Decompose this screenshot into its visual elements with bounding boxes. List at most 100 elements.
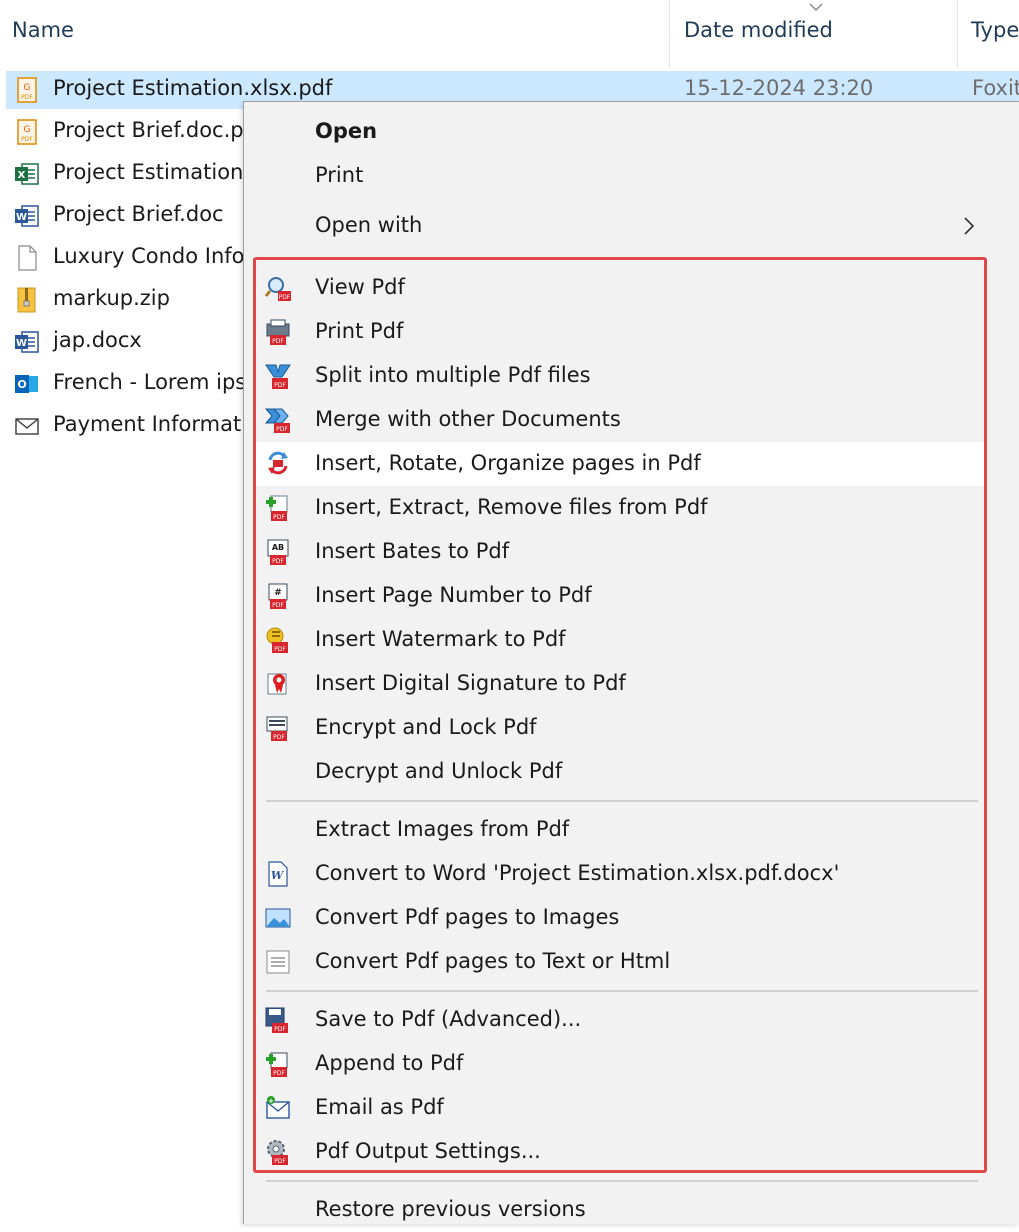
- svg-text:PDF: PDF: [273, 734, 285, 741]
- svg-text:PDF: PDF: [272, 558, 284, 565]
- menu-item-organize-pages[interactable]: Insert, Rotate, Organize pages in Pdf: [256, 442, 986, 486]
- menu-item-print[interactable]: Print: [256, 154, 986, 198]
- mail-icon: [15, 418, 39, 435]
- menu-item-extract-files[interactable]: PDF Insert, Extract, Remove files from P…: [256, 486, 986, 530]
- menu-item-label: Decrypt and Unlock Pdf: [315, 759, 563, 783]
- menu-item-open-with[interactable]: Open with: [256, 204, 986, 248]
- menu-item-open[interactable]: Open: [256, 110, 986, 154]
- menu-item-page-number[interactable]: # PDF Insert Page Number to Pdf: [256, 574, 986, 618]
- svg-text:PDF: PDF: [274, 382, 286, 389]
- menu-item-label: Open: [315, 119, 378, 143]
- save-pdf-icon: PDF: [265, 1007, 288, 1033]
- menu-item-view-pdf[interactable]: PDF View Pdf: [256, 266, 986, 310]
- menu-item-label: Restore previous versions: [315, 1197, 586, 1221]
- column-header-name[interactable]: Name: [12, 18, 74, 42]
- file-name: markup.zip: [53, 286, 170, 310]
- menu-item-label: Merge with other Documents: [315, 407, 621, 431]
- menu-item-append[interactable]: PDF Append to Pdf: [256, 1042, 986, 1086]
- file-name: French - Lorem ips: [53, 370, 247, 394]
- magnifier-pdf-icon: PDF: [264, 277, 291, 301]
- menu-item-print-pdf[interactable]: PDF Print Pdf: [256, 310, 986, 354]
- column-divider[interactable]: [669, 0, 670, 68]
- gear-pdf-icon: PDF: [267, 1140, 288, 1165]
- sort-chevron-icon: [809, 3, 823, 12]
- menu-item-signature[interactable]: Insert Digital Signature to Pdf: [256, 662, 986, 706]
- svg-text:PDF: PDF: [272, 338, 284, 345]
- column-divider[interactable]: [957, 0, 958, 68]
- lock-pdf-icon: PDF: [266, 716, 288, 741]
- svg-text:PDF: PDF: [272, 602, 284, 609]
- svg-text:PDF: PDF: [274, 1158, 286, 1165]
- menu-separator: [266, 800, 978, 802]
- menu-item-label: Encrypt and Lock Pdf: [315, 715, 537, 739]
- merge-pdf-icon: PDF: [264, 408, 290, 433]
- svg-text:G: G: [24, 125, 31, 135]
- menu-item-extract-images[interactable]: Extract Images from Pdf: [256, 808, 986, 852]
- text-document-icon: [266, 950, 290, 974]
- file-name: jap.docx: [53, 328, 142, 352]
- menu-item-email[interactable]: + Email as Pdf: [256, 1086, 986, 1130]
- menu-item-convert-text[interactable]: Convert Pdf pages to Text or Html: [256, 940, 986, 984]
- menu-item-label: Convert Pdf pages to Text or Html: [315, 949, 671, 973]
- menu-item-merge[interactable]: PDF Merge with other Documents: [256, 398, 986, 442]
- foxit-pdf-icon: G PDF: [17, 119, 37, 145]
- chevron-right-icon: [964, 217, 975, 235]
- zip-folder-icon: [17, 287, 36, 313]
- add-file-pdf-icon: PDF: [266, 495, 288, 521]
- svg-text:PDF: PDF: [274, 646, 286, 653]
- bates-pdf-icon: AB PDF: [267, 539, 289, 565]
- word-icon: W: [15, 331, 39, 353]
- column-header-date-modified[interactable]: Date modified: [684, 18, 833, 42]
- word-icon: W: [15, 205, 39, 227]
- menu-separator: [266, 990, 978, 992]
- file-name: Project Brief.doc.p: [53, 118, 244, 142]
- menu-item-restore-versions[interactable]: Restore previous versions: [256, 1188, 986, 1232]
- menu-item-label: Convert to Word 'Project Estimation.xlsx…: [315, 861, 840, 885]
- append-pdf-icon: PDF: [266, 1052, 288, 1077]
- svg-text:X: X: [18, 170, 26, 181]
- menu-item-bates[interactable]: AB PDF Insert Bates to Pdf: [256, 530, 986, 574]
- file-name: Project Brief.doc: [53, 202, 224, 226]
- column-header-type[interactable]: Type: [971, 18, 1019, 42]
- svg-text:PDF: PDF: [273, 1070, 285, 1077]
- svg-text:+: +: [268, 1097, 274, 1105]
- column-header-bar: Name Date modified Type: [0, 0, 1019, 68]
- menu-item-label: Append to Pdf: [315, 1051, 464, 1075]
- menu-item-watermark[interactable]: PDF Insert Watermark to Pdf: [256, 618, 986, 662]
- file-date: 15-12-2024 23:20: [684, 76, 874, 100]
- menu-item-convert-images[interactable]: Convert Pdf pages to Images: [256, 896, 986, 940]
- file-name: Payment Informat: [53, 412, 242, 436]
- svg-text:W: W: [16, 212, 27, 223]
- svg-text:PDF: PDF: [21, 136, 33, 143]
- menu-item-label: Insert Bates to Pdf: [315, 539, 510, 563]
- svg-text:AB: AB: [272, 543, 284, 552]
- menu-item-output-settings[interactable]: PDF Pdf Output Settings...: [256, 1130, 986, 1174]
- outlook-icon: O: [15, 375, 38, 393]
- split-pdf-icon: PDF: [265, 364, 291, 389]
- svg-text:PDF: PDF: [273, 514, 285, 521]
- menu-item-label: Insert, Rotate, Organize pages in Pdf: [315, 451, 701, 475]
- page-number-pdf-icon: # PDF: [268, 583, 288, 609]
- menu-item-decrypt[interactable]: Decrypt and Unlock Pdf: [256, 750, 986, 794]
- certificate-seal-icon: [267, 673, 287, 695]
- svg-text:PDF: PDF: [274, 1026, 286, 1033]
- menu-item-label: View Pdf: [315, 275, 405, 299]
- menu-item-save-advanced[interactable]: PDF Save to Pdf (Advanced)...: [256, 998, 986, 1042]
- menu-item-label: Print: [315, 163, 364, 187]
- context-menu: Open Print Open with PDF View Pdf PDF Pr…: [243, 101, 1019, 1224]
- menu-item-encrypt[interactable]: PDF Encrypt and Lock Pdf: [256, 706, 986, 750]
- menu-item-label: Pdf Output Settings...: [315, 1139, 541, 1163]
- blank-file-icon: [18, 245, 37, 271]
- foxit-pdf-icon: G PDF: [17, 77, 37, 103]
- svg-text:W: W: [16, 338, 27, 349]
- menu-item-label: Insert, Extract, Remove files from Pdf: [315, 495, 708, 519]
- menu-item-convert-word[interactable]: W Convert to Word 'Project Estimation.xl…: [256, 852, 986, 896]
- menu-item-label: Open with: [315, 213, 423, 237]
- svg-text:W: W: [271, 869, 285, 882]
- menu-item-label: Insert Digital Signature to Pdf: [315, 671, 626, 695]
- word-document-icon: W: [268, 861, 288, 887]
- menu-item-split-pdf[interactable]: PDF Split into multiple Pdf files: [256, 354, 986, 398]
- menu-item-label: Extract Images from Pdf: [315, 817, 570, 841]
- menu-item-label: Save to Pdf (Advanced)...: [315, 1007, 582, 1031]
- menu-item-label: Email as Pdf: [315, 1095, 444, 1119]
